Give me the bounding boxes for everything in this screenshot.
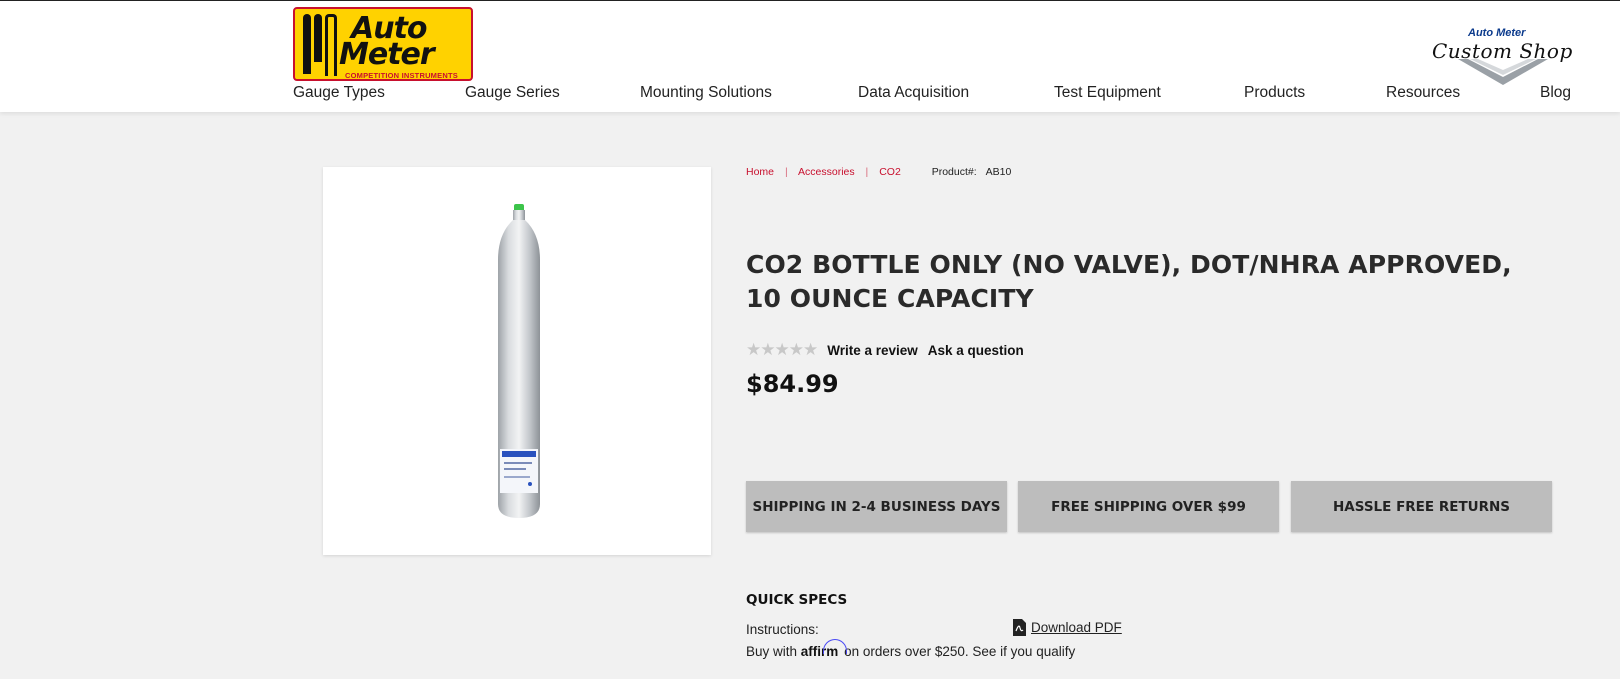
affirm-logo: affirm	[800, 644, 839, 659]
logo-gauge-icon	[301, 14, 341, 76]
star-rating-icon: ★★★★★	[746, 340, 818, 359]
quick-specs-heading: QUICK SPECS	[746, 592, 848, 608]
custom-shop-logo[interactable]: Auto Meter Custom Shop	[1430, 27, 1580, 89]
product-title: CO2 BOTTLE ONLY (NO VALVE), DOT/NHRA APP…	[746, 250, 1512, 313]
logo-word-meter: Meter	[339, 37, 435, 72]
ask-question-link[interactable]: Ask a question	[928, 343, 1024, 358]
nav-resources[interactable]: Resources	[1386, 84, 1460, 102]
affirm-suffix: on orders over $250. See if you qualify	[844, 644, 1076, 659]
download-pdf-label: Download PDF	[1031, 620, 1122, 635]
affirm-prefix: Buy with	[746, 644, 798, 659]
breadcrumb-separator: |	[784, 166, 788, 178]
nav-mounting-solutions[interactable]: Mounting Solutions	[640, 84, 772, 102]
product-number-label: Product#:	[931, 166, 977, 178]
chevron-wing-icon	[1458, 59, 1548, 85]
breadcrumb: Home | Accessories | CO2 Product#: AB10	[746, 166, 1011, 178]
nav-test-equipment[interactable]: Test Equipment	[1054, 84, 1161, 102]
nav-blog[interactable]: Blog	[1540, 84, 1571, 102]
write-review-link[interactable]: Write a review	[827, 343, 918, 358]
nav-data-acquisition[interactable]: Data Acquisition	[858, 84, 969, 102]
product-number-value: AB10	[985, 166, 1012, 178]
nav-products[interactable]: Products	[1244, 84, 1305, 102]
site-header: Auto Meter COMPETITION INSTRUMENTS Auto …	[0, 0, 1620, 112]
product-rating: ★★★★★ Write a review Ask a question	[746, 340, 1024, 360]
free-returns-badge: HASSLE FREE RETURNS	[1291, 481, 1552, 532]
breadcrumb-co2[interactable]: CO2	[879, 166, 901, 178]
download-pdf-link[interactable]: Download PDF	[1013, 619, 1122, 636]
shipping-time-badge: SHIPPING IN 2-4 BUSINESS DAYS	[746, 481, 1007, 532]
breadcrumb-accessories[interactable]: Accessories	[798, 166, 855, 178]
breadcrumb-home[interactable]: Home	[746, 166, 774, 178]
logo-subtitle: COMPETITION INSTRUMENTS	[345, 71, 458, 80]
co2-bottle-image	[498, 204, 540, 518]
pdf-icon	[1013, 619, 1026, 636]
autometer-logo[interactable]: Auto Meter COMPETITION INSTRUMENTS	[293, 7, 473, 81]
free-shipping-badge: FREE SHIPPING OVER $99	[1018, 481, 1279, 532]
instructions-label: Instructions:	[746, 622, 819, 637]
product-price: $84.99	[746, 370, 839, 398]
main-nav: Gauge Types Gauge Series Mounting Soluti…	[0, 84, 1620, 108]
custom-shop-brand: Auto Meter	[1468, 27, 1526, 39]
nav-gauge-types[interactable]: Gauge Types	[293, 84, 385, 102]
affirm-financing[interactable]: Buy with affirm on orders over $250. See…	[746, 644, 1075, 659]
breadcrumb-separator: |	[865, 166, 869, 178]
nav-gauge-series[interactable]: Gauge Series	[465, 84, 560, 102]
product-image[interactable]	[323, 167, 711, 555]
